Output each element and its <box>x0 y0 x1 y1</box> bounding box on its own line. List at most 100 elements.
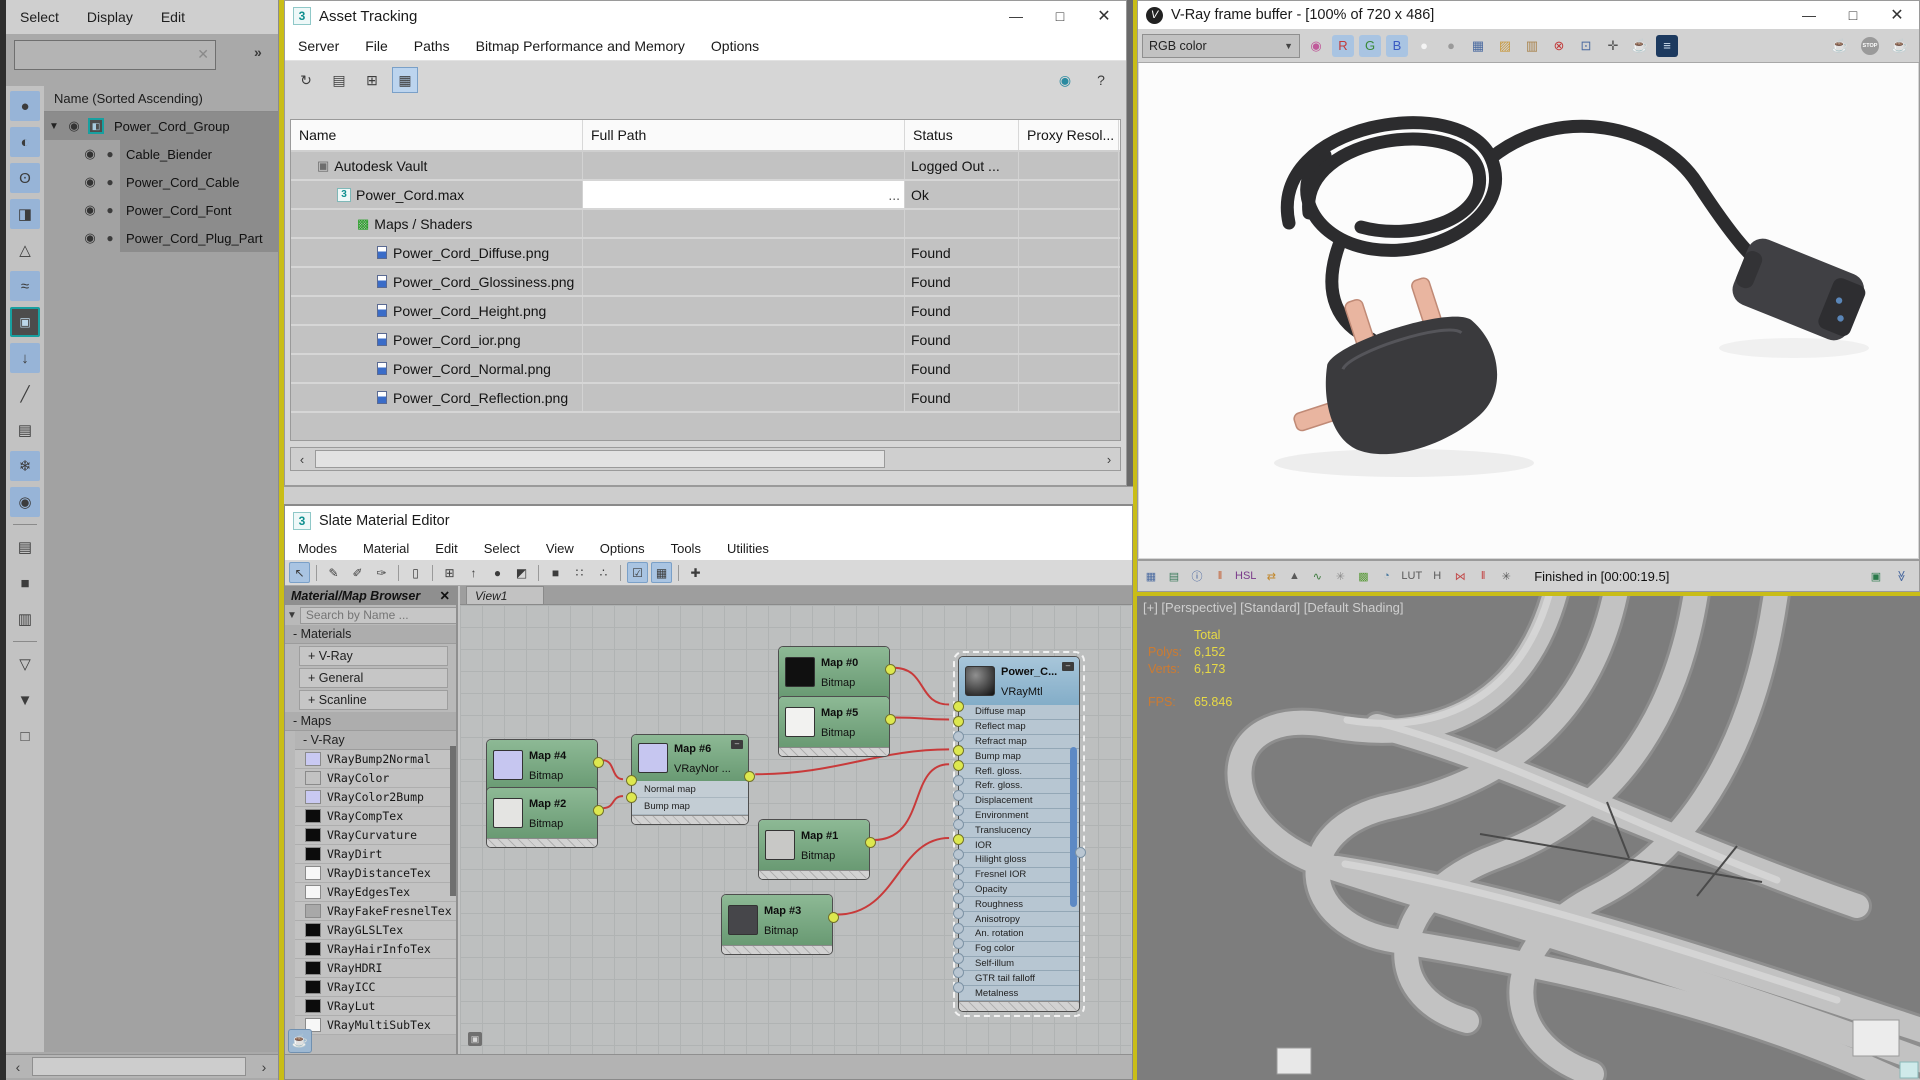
browser-group-scanline[interactable]: + Scanline <box>299 690 448 710</box>
browser-search-input[interactable] <box>299 606 456 624</box>
browser-map-vraymultisubtex[interactable]: VRayMultiSubTex <box>295 1016 456 1035</box>
contrast-button[interactable]: ◔ <box>1377 567 1395 585</box>
sort-b-button[interactable]: ∴ <box>593 562 614 583</box>
table-row-power-cord-height-png[interactable]: Power_Cord_Height.png Found <box>291 297 1120 326</box>
scroll-right-icon[interactable]: › <box>252 1055 276 1078</box>
put-to-library-button[interactable]: ✐ <box>347 562 368 583</box>
hsl-button[interactable]: HSL <box>1234 567 1257 585</box>
column-header-proxy-resol[interactable]: Proxy Resol... <box>1019 120 1119 150</box>
browser-map-vraycurvature[interactable]: VRayCurvature <box>295 826 456 845</box>
slot-ior[interactable]: IOR <box>959 838 1079 853</box>
node-scroll-pill[interactable] <box>1070 747 1077 907</box>
channel-dropdown[interactable]: RGB color ▼ <box>1142 33 1300 58</box>
scroll-right-icon[interactable]: › <box>1098 448 1120 470</box>
color-balance-button[interactable]: ⇄ <box>1262 567 1280 585</box>
list-view-button[interactable]: ▤ <box>326 67 352 93</box>
hierarchy-view-button[interactable]: ⊞ <box>359 67 385 93</box>
table-view-button[interactable]: ▦ <box>392 67 418 93</box>
browser-map-vraylut[interactable]: VRayLut <box>295 997 456 1016</box>
expand-triangle-icon[interactable]: ▼ <box>44 121 64 132</box>
viewport-label[interactable]: [+] [Perspective] [Standard] [Default Sh… <box>1143 600 1404 615</box>
table-row-power-cord-max[interactable]: 3 Power_Cord.max... Ok <box>291 181 1120 210</box>
chevron-down-icon[interactable]: ▼ <box>287 610 297 621</box>
scene-explorer-hscrollbar[interactable]: ‹ › <box>6 1054 278 1078</box>
table-row-power-cord-reflection-png[interactable]: Power_Cord_Reflection.png Found <box>291 384 1120 413</box>
display-lights-button[interactable]: ʘ <box>10 163 40 193</box>
table-row-autodesk-vault[interactable]: ▣ Autodesk Vault Logged Out ... <box>291 152 1120 181</box>
slot-metalness[interactable]: Metalness <box>959 986 1079 1001</box>
menu-item-select[interactable]: Select <box>6 0 73 34</box>
input-socket-an-rotation[interactable] <box>953 923 964 934</box>
tree-row-power-cord-group[interactable]: ▼ ◉ ◧ Power_Cord_Group <box>44 112 278 140</box>
menu-item-server[interactable]: Server <box>285 31 352 60</box>
view-list-button[interactable]: ▤ <box>10 532 40 562</box>
color-wheel-button[interactable]: ◉ <box>1305 35 1327 57</box>
table-row-power-cord-glossiness-png[interactable]: Power_Cord_Glossiness.png Found <box>291 268 1120 297</box>
output-socket[interactable] <box>593 805 604 816</box>
table-row-power-cord-normal-png[interactable]: Power_Cord_Normal.png Found <box>291 355 1120 384</box>
tree-row-power-cord-plug-part[interactable]: ◉ ● Power_Cord_Plug_Part <box>44 224 278 252</box>
display-hidden-objects-button[interactable]: ◉ <box>10 487 40 517</box>
table-row-power-cord-ior-png[interactable]: Power_Cord_ior.png Found <box>291 326 1120 355</box>
menu-item-view[interactable]: View <box>533 536 587 560</box>
slot-normal-map[interactable]: Normal map <box>632 781 748 798</box>
visibility-eye-icon[interactable]: ◉ <box>80 146 100 162</box>
cell-full-path[interactable]: ... <box>583 181 905 208</box>
slot-reflect-map[interactable]: Reflect map <box>959 719 1079 735</box>
table-row-maps-shaders[interactable]: ▩ Maps / Shaders <box>291 210 1120 239</box>
browser-map-vrayhairinfotex[interactable]: VRayHairInfoTex <box>295 940 456 959</box>
display-frozen-button[interactable]: ▤ <box>10 415 40 445</box>
slot-bump-map[interactable]: Bump map <box>959 749 1079 765</box>
render-button[interactable]: ☕ <box>1889 35 1911 57</box>
dither-button[interactable]: ✳ <box>1497 567 1515 585</box>
node-map3[interactable]: Map #3 Bitmap <box>721 894 839 955</box>
menu-item-edit[interactable]: Edit <box>422 536 470 560</box>
menu-item-modes[interactable]: Modes <box>285 536 350 560</box>
online-help-button[interactable]: ◉ <box>1052 67 1078 93</box>
browser-map-vraycolor[interactable]: VRayColor <box>295 769 456 788</box>
tree-column-header[interactable]: Name (Sorted Ascending) <box>44 86 278 112</box>
white-balance-button[interactable]: ▩ <box>1354 567 1372 585</box>
scroll-thumb[interactable] <box>315 450 885 468</box>
node-power-cord-vraymtl[interactable]: Power_C... VRayMtl – Diffuse map Reflect … <box>953 651 1086 1017</box>
input-socket-bump[interactable] <box>626 792 637 803</box>
browser-map-vrayhdri[interactable]: VRayHDRI <box>295 959 456 978</box>
menu-item-options[interactable]: Options <box>587 536 658 560</box>
background-swatch-button[interactable]: ■ <box>545 562 566 583</box>
menu-item-tools[interactable]: Tools <box>658 536 714 560</box>
column-header-full-path[interactable]: Full Path <box>583 120 905 150</box>
layout-children-button[interactable]: ↑ <box>463 562 484 583</box>
browser-section-materials[interactable]: - Materials <box>285 625 456 644</box>
browser-group-general[interactable]: + General <box>299 668 448 688</box>
browser-map-vraycolor2bump[interactable]: VRayColor2Bump <box>295 788 456 807</box>
load-image-button[interactable]: ▨ <box>1494 35 1516 57</box>
menu-item-edit[interactable]: Edit <box>147 0 199 34</box>
red-channel-button[interactable]: R <box>1332 34 1354 57</box>
sort-a-button[interactable]: ∷ <box>569 562 590 583</box>
vfb-titlebar[interactable]: V V-Ray frame buffer - [100% of 720 x 48… <box>1138 1 1919 29</box>
visibility-eye-icon[interactable]: ◉ <box>80 174 100 190</box>
put-to-scene-button[interactable]: ✑ <box>371 562 392 583</box>
node-map1[interactable]: Map #1 Bitmap <box>758 819 876 880</box>
duplicate-to-host-button[interactable]: ⊡ <box>1575 35 1597 57</box>
output-socket[interactable] <box>593 757 604 768</box>
slot-hilight-gloss[interactable]: Hilight gloss <box>959 852 1079 868</box>
menu-item-paths[interactable]: Paths <box>401 31 463 60</box>
input-socket-hilight-gloss[interactable] <box>953 849 964 860</box>
node-map5[interactable]: Map #5 Bitmap <box>778 696 896 757</box>
input-socket-refract-map[interactable] <box>953 730 964 742</box>
tree-row-power-cord-font[interactable]: ◉ ● Power_Cord_Font <box>44 196 278 224</box>
output-socket[interactable] <box>885 664 896 675</box>
slot-an-rotation[interactable]: An. rotation <box>959 926 1079 942</box>
display-frozen-objects-button[interactable]: ❄ <box>10 451 40 481</box>
slot-fog-color[interactable]: Fog color <box>959 941 1079 957</box>
asset-tracking-titlebar[interactable]: 3 Asset Tracking — □ ✕ <box>285 1 1126 31</box>
mono-channel-button[interactable]: ● <box>1440 35 1462 57</box>
output-socket[interactable] <box>885 714 896 725</box>
browser-header[interactable]: Material/Map Browser ✕ <box>285 586 456 605</box>
browser-subsection-v-ray[interactable]: - V-Ray <box>295 731 456 750</box>
close-button[interactable]: ✕ <box>1082 1 1126 31</box>
browser-map-vrayglsltex[interactable]: VRayGLSLTex <box>295 921 456 940</box>
copy-to-clipboard-button[interactable]: ▥ <box>1521 35 1543 57</box>
save-image-button[interactable]: ▦ <box>1467 35 1489 57</box>
